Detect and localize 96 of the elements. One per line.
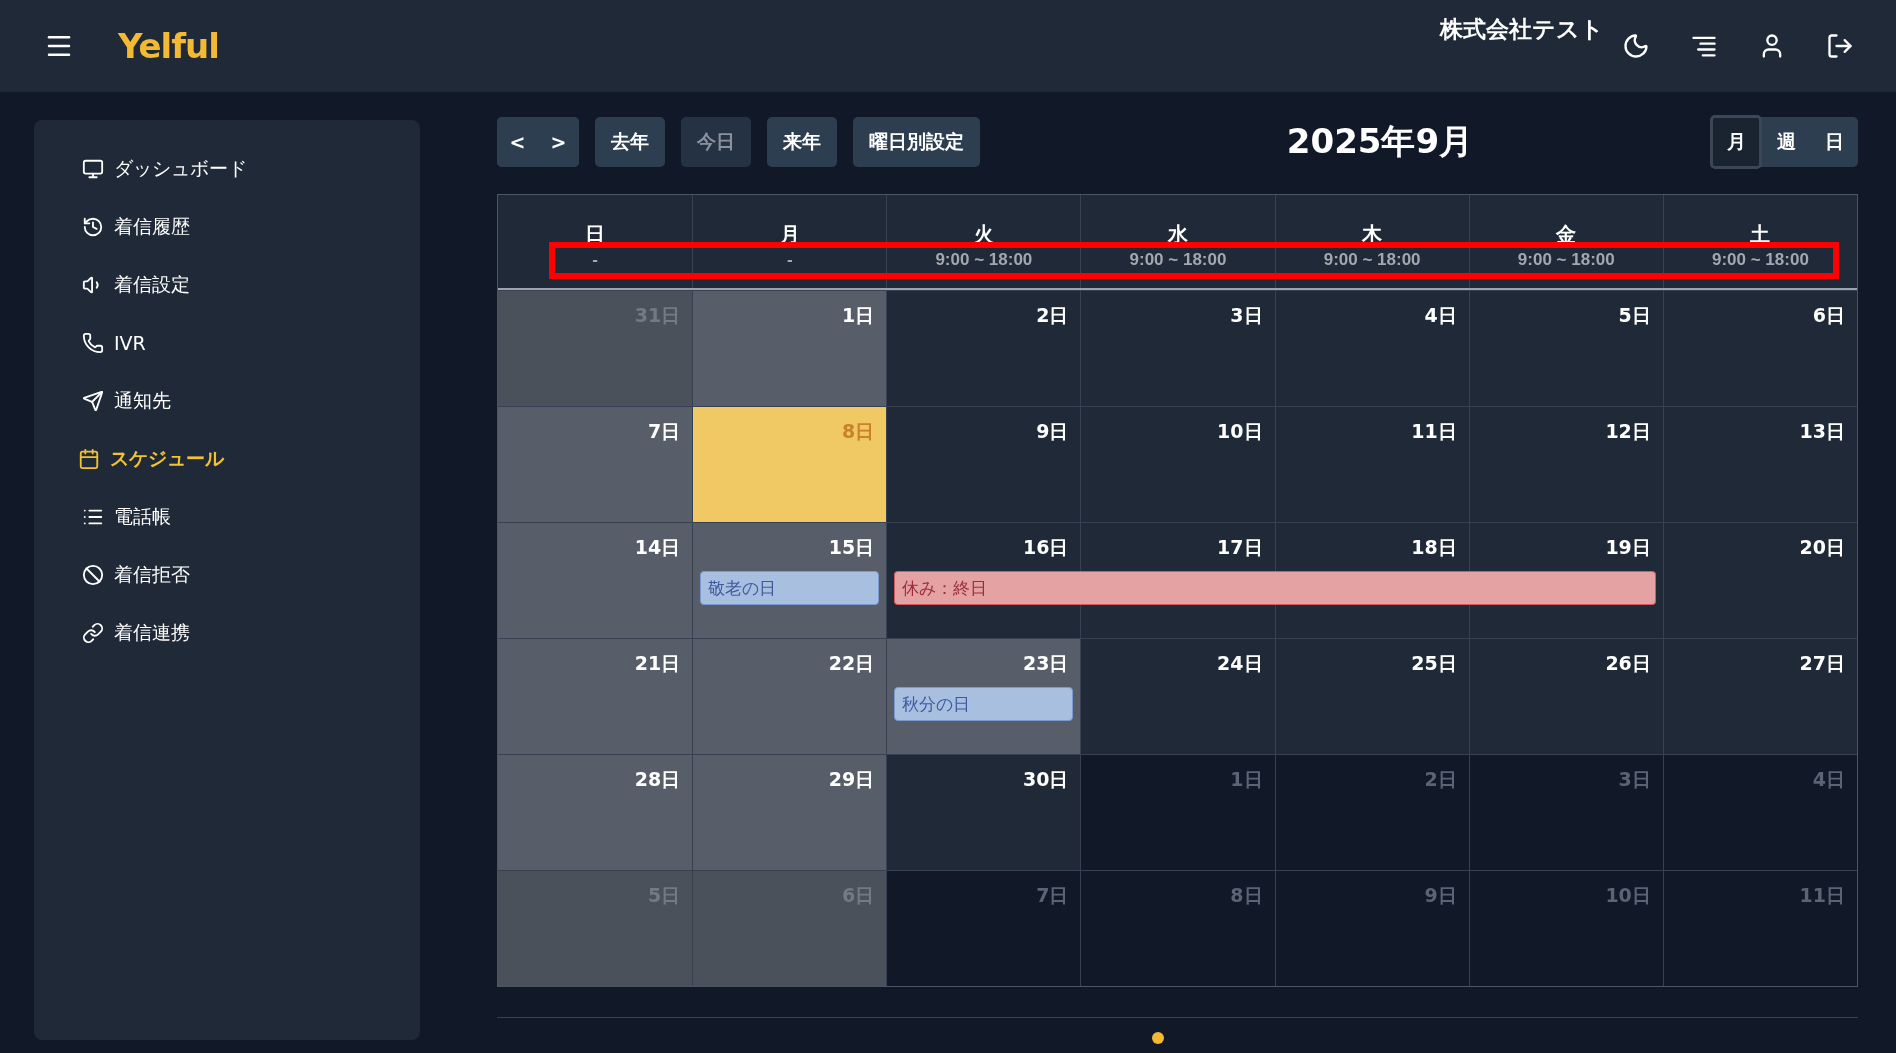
date-label: 15日: [828, 535, 875, 560]
date-label: 18日: [1411, 535, 1457, 560]
date-label: 9日: [1424, 883, 1457, 908]
view-tab[interactable]: 月: [1710, 115, 1762, 169]
date-label: 8日: [842, 419, 875, 444]
company-name: 株式会社テスト: [1440, 15, 1604, 44]
toolbar-button[interactable]: 来年: [767, 117, 837, 167]
date-label: 26日: [1605, 651, 1651, 676]
day-cell[interactable]: 20日: [1662, 523, 1857, 638]
sidebar-item[interactable]: IVR: [82, 314, 420, 372]
date-label: 11日: [1799, 883, 1845, 908]
date-label: 30日: [1022, 767, 1069, 792]
weekday-label: 土: [1750, 221, 1771, 248]
day-cell[interactable]: 25日: [1274, 639, 1469, 754]
sidebar-item[interactable]: 着信拒否: [82, 546, 420, 604]
sidebar-item[interactable]: スケジュール: [78, 430, 420, 488]
sidebar-item[interactable]: 着信設定: [82, 256, 420, 314]
business-hours: 9:00 ~ 18:00: [1517, 250, 1615, 270]
logo: Yelful: [118, 26, 219, 66]
date-label: 2日: [1424, 767, 1457, 792]
day-cell[interactable]: 9日: [886, 407, 1081, 522]
day-cell[interactable]: 1日: [692, 291, 887, 406]
toolbar-button[interactable]: 曜日別設定: [853, 117, 980, 167]
date-label: 17日: [1217, 535, 1263, 560]
date-label: 24日: [1217, 651, 1263, 676]
day-cell[interactable]: 24日: [1080, 639, 1275, 754]
day-cell[interactable]: 3日: [1080, 291, 1275, 406]
date-label: 7日: [647, 419, 681, 444]
month-title: 2025年9月: [1285, 120, 1475, 163]
day-cell[interactable]: 22日: [692, 639, 887, 754]
date-label: 2日: [1036, 303, 1069, 328]
business-hours: 9:00 ~ 18:00: [1129, 250, 1227, 270]
sidebar-item[interactable]: 着信履歴: [82, 198, 420, 256]
business-hours: 9:00 ~ 18:00: [1323, 250, 1421, 270]
day-cell[interactable]: 29日: [692, 755, 887, 870]
day-cell[interactable]: 14日: [498, 523, 693, 638]
day-cell[interactable]: 6日: [1662, 291, 1857, 406]
date-label: 12日: [1605, 419, 1651, 444]
day-cell[interactable]: 2日: [886, 291, 1081, 406]
day-cell[interactable]: 16日 休み：終日: [886, 523, 1081, 638]
date-label: 22日: [828, 651, 875, 676]
sidebar-item[interactable]: ダッシュボード: [82, 140, 420, 198]
day-cell[interactable]: 26日: [1468, 639, 1663, 754]
day-cell[interactable]: 4日: [1274, 291, 1469, 406]
day-cell[interactable]: 13日: [1662, 407, 1857, 522]
day-cell[interactable]: 21日: [498, 639, 693, 754]
toolbar-button[interactable]: 去年: [595, 117, 665, 167]
day-cell[interactable]: 18日: [1274, 523, 1469, 638]
sidebar-item[interactable]: 電話帳: [82, 488, 420, 546]
date-label: 20日: [1799, 535, 1845, 560]
day-cell[interactable]: 27日: [1662, 639, 1857, 754]
date-label: 1日: [1230, 767, 1263, 792]
date-label: 7日: [1036, 883, 1069, 908]
day-cell[interactable]: 28日: [498, 755, 693, 870]
date-label: 4日: [1812, 767, 1845, 792]
day-cell[interactable]: 15日 敬老の日: [692, 523, 887, 638]
date-label: 6日: [1812, 303, 1845, 328]
date-label: 28日: [634, 767, 681, 792]
sidebar-item[interactable]: 着信連携: [82, 604, 420, 662]
date-label: 3日: [1230, 303, 1263, 328]
day-cell[interactable]: 11日: [1274, 407, 1469, 522]
weekday-label: 木: [1362, 221, 1383, 248]
day-cell[interactable]: 5日: [1468, 291, 1663, 406]
day-cell[interactable]: 17日: [1080, 523, 1275, 638]
date-label: 27日: [1799, 651, 1845, 676]
day-cell[interactable]: 10日: [1080, 407, 1275, 522]
date-label: 10日: [1605, 883, 1651, 908]
date-label: 29日: [828, 767, 875, 792]
date-label: 21日: [634, 651, 681, 676]
day-cell[interactable]: 30日: [886, 755, 1081, 870]
day-cell[interactable]: 19日: [1468, 523, 1663, 638]
business-hours: -: [786, 250, 793, 270]
date-label: 25日: [1411, 651, 1457, 676]
date-label: 11日: [1411, 419, 1457, 444]
date-label: 10日: [1217, 419, 1263, 444]
calendar-event[interactable]: 休み：終日: [894, 571, 1081, 605]
date-label: 16日: [1022, 535, 1069, 560]
business-hours: -: [592, 250, 598, 270]
date-label: 19日: [1605, 535, 1651, 560]
date-label: 3日: [1618, 767, 1651, 792]
calendar-event[interactable]: 敬老の日: [700, 571, 880, 605]
date-label: 1日: [842, 303, 875, 328]
sidebar-item[interactable]: 通知先: [82, 372, 420, 430]
date-label: 14日: [634, 535, 681, 560]
business-hours: 9:00 ~ 18:00: [935, 250, 1033, 270]
date-label: 13日: [1799, 419, 1845, 444]
date-label: 9日: [1036, 419, 1069, 444]
calendar-event[interactable]: 秋分の日: [894, 687, 1074, 721]
business-hours: 9:00 ~ 18:00: [1711, 250, 1809, 270]
date-label: 23日: [1022, 651, 1069, 676]
day-cell[interactable]: 23日 秋分の日: [886, 639, 1081, 754]
day-cell[interactable]: 12日: [1468, 407, 1663, 522]
date-label: 8日: [1230, 883, 1263, 908]
date-label: 4日: [1424, 303, 1457, 328]
date-label: 5日: [1618, 303, 1651, 328]
day-cell[interactable]: 7日: [498, 407, 693, 522]
